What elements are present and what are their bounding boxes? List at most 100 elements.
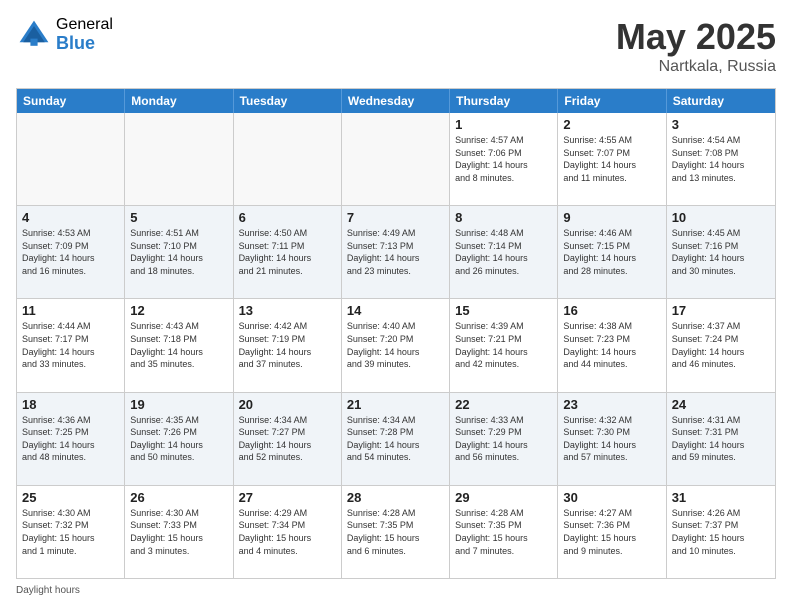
calendar-cell	[342, 113, 450, 205]
day-info: Sunrise: 4:54 AM Sunset: 7:08 PM Dayligh…	[672, 134, 770, 184]
day-number: 18	[22, 397, 119, 412]
calendar-cell: 2 Sunrise: 4:55 AM Sunset: 7:07 PM Daylig…	[558, 113, 666, 205]
day-number: 2	[563, 117, 660, 132]
calendar-row: 18 Sunrise: 4:36 AM Sunset: 7:25 PM Dayli…	[17, 392, 775, 485]
day-info: Sunrise: 4:50 AM Sunset: 7:11 PM Dayligh…	[239, 227, 336, 277]
calendar-cell: 21Sunrise: 4:34 AM Sunset: 7:28 PM Dayli…	[342, 393, 450, 485]
day-number: 14	[347, 303, 444, 318]
calendar-cell: 15 Sunrise: 4:39 AM Sunset: 7:21 PM Dayli…	[450, 299, 558, 391]
calendar-cell: 18 Sunrise: 4:36 AM Sunset: 7:25 PM Dayli…	[17, 393, 125, 485]
day-number: 6	[239, 210, 336, 225]
daylight-label: Daylight hours	[16, 585, 80, 596]
calendar: SundayMondayTuesdayWednesdayThursdayFrid…	[16, 88, 776, 579]
day-number: 17	[672, 303, 770, 318]
title-location: Nartkala, Russia	[616, 58, 776, 76]
calendar-cell: 13 Sunrise: 4:42 AM Sunset: 7:19 PM Dayli…	[234, 299, 342, 391]
calendar-cell: 17 Sunrise: 4:37 AM Sunset: 7:24 PM Dayli…	[667, 299, 775, 391]
day-number: 8	[455, 210, 552, 225]
weekday-header-wednesday: Wednesday	[342, 89, 450, 113]
day-info: Sunrise: 4:42 AM Sunset: 7:19 PM Dayligh…	[239, 320, 336, 370]
day-info: Sunrise: 4:39 AM Sunset: 7:21 PM Dayligh…	[455, 320, 552, 370]
calendar-cell: 14Sunrise: 4:40 AM Sunset: 7:20 PM Dayli…	[342, 299, 450, 391]
weekday-header-thursday: Thursday	[450, 89, 558, 113]
calendar-cell: 19Sunrise: 4:35 AM Sunset: 7:26 PM Dayli…	[125, 393, 233, 485]
calendar-row: 1Sunrise: 4:57 AM Sunset: 7:06 PM Daylig…	[17, 113, 775, 205]
day-number: 24	[672, 397, 770, 412]
day-info: Sunrise: 4:30 AM Sunset: 7:32 PM Dayligh…	[22, 507, 119, 557]
day-number: 12	[130, 303, 227, 318]
day-info: Sunrise: 4:34 AM Sunset: 7:28 PM Dayligh…	[347, 414, 444, 464]
day-number: 3	[672, 117, 770, 132]
day-info: Sunrise: 4:28 AM Sunset: 7:35 PM Dayligh…	[455, 507, 552, 557]
calendar-cell: 26 Sunrise: 4:30 AM Sunset: 7:33 PM Dayli…	[125, 486, 233, 578]
day-number: 19	[130, 397, 227, 412]
calendar-cell: 23 Sunrise: 4:32 AM Sunset: 7:30 PM Dayli…	[558, 393, 666, 485]
title-month: May 2025	[616, 16, 776, 58]
calendar-cell: 10 Sunrise: 4:45 AM Sunset: 7:16 PM Dayli…	[667, 206, 775, 298]
calendar-cell: 7 Sunrise: 4:49 AM Sunset: 7:13 PM Daylig…	[342, 206, 450, 298]
day-info: Sunrise: 4:49 AM Sunset: 7:13 PM Dayligh…	[347, 227, 444, 277]
weekday-header-tuesday: Tuesday	[234, 89, 342, 113]
calendar-cell: 1Sunrise: 4:57 AM Sunset: 7:06 PM Daylig…	[450, 113, 558, 205]
day-number: 15	[455, 303, 552, 318]
logo-text: General Blue	[56, 16, 113, 53]
logo-general: General	[56, 16, 113, 34]
logo-blue: Blue	[56, 34, 113, 54]
day-info: Sunrise: 4:29 AM Sunset: 7:34 PM Dayligh…	[239, 507, 336, 557]
day-number: 30	[563, 490, 660, 505]
day-info: Sunrise: 4:43 AM Sunset: 7:18 PM Dayligh…	[130, 320, 227, 370]
calendar-cell: 3 Sunrise: 4:54 AM Sunset: 7:08 PM Daylig…	[667, 113, 775, 205]
header: General Blue May 2025 Nartkala, Russia	[16, 16, 776, 76]
day-number: 5	[130, 210, 227, 225]
calendar-row: 4Sunrise: 4:53 AM Sunset: 7:09 PM Daylig…	[17, 205, 775, 298]
day-number: 16	[563, 303, 660, 318]
footer: Daylight hours	[16, 585, 776, 596]
day-info: Sunrise: 4:36 AM Sunset: 7:25 PM Dayligh…	[22, 414, 119, 464]
calendar-cell: 30 Sunrise: 4:27 AM Sunset: 7:36 PM Dayli…	[558, 486, 666, 578]
day-info: Sunrise: 4:46 AM Sunset: 7:15 PM Dayligh…	[563, 227, 660, 277]
calendar-cell: 25 Sunrise: 4:30 AM Sunset: 7:32 PM Dayli…	[17, 486, 125, 578]
day-number: 25	[22, 490, 119, 505]
day-info: Sunrise: 4:30 AM Sunset: 7:33 PM Dayligh…	[130, 507, 227, 557]
calendar-cell: 28Sunrise: 4:28 AM Sunset: 7:35 PM Dayli…	[342, 486, 450, 578]
weekday-header-saturday: Saturday	[667, 89, 775, 113]
day-number: 7	[347, 210, 444, 225]
day-info: Sunrise: 4:28 AM Sunset: 7:35 PM Dayligh…	[347, 507, 444, 557]
calendar-cell: 4Sunrise: 4:53 AM Sunset: 7:09 PM Daylig…	[17, 206, 125, 298]
day-number: 31	[672, 490, 770, 505]
calendar-cell: 16 Sunrise: 4:38 AM Sunset: 7:23 PM Dayli…	[558, 299, 666, 391]
day-number: 13	[239, 303, 336, 318]
calendar-body: 1Sunrise: 4:57 AM Sunset: 7:06 PM Daylig…	[17, 113, 775, 578]
day-number: 11	[22, 303, 119, 318]
calendar-header: SundayMondayTuesdayWednesdayThursdayFrid…	[17, 89, 775, 113]
title-block: May 2025 Nartkala, Russia	[616, 16, 776, 76]
calendar-cell: 12 Sunrise: 4:43 AM Sunset: 7:18 PM Dayli…	[125, 299, 233, 391]
calendar-cell: 22 Sunrise: 4:33 AM Sunset: 7:29 PM Dayli…	[450, 393, 558, 485]
day-info: Sunrise: 4:31 AM Sunset: 7:31 PM Dayligh…	[672, 414, 770, 464]
day-number: 1	[455, 117, 552, 132]
day-info: Sunrise: 4:45 AM Sunset: 7:16 PM Dayligh…	[672, 227, 770, 277]
day-number: 22	[455, 397, 552, 412]
day-number: 26	[130, 490, 227, 505]
day-info: Sunrise: 4:37 AM Sunset: 7:24 PM Dayligh…	[672, 320, 770, 370]
day-info: Sunrise: 4:53 AM Sunset: 7:09 PM Dayligh…	[22, 227, 119, 277]
calendar-cell: 31 Sunrise: 4:26 AM Sunset: 7:37 PM Dayli…	[667, 486, 775, 578]
weekday-header-sunday: Sunday	[17, 89, 125, 113]
day-number: 9	[563, 210, 660, 225]
calendar-cell	[125, 113, 233, 205]
calendar-row: 25 Sunrise: 4:30 AM Sunset: 7:32 PM Dayli…	[17, 485, 775, 578]
day-info: Sunrise: 4:55 AM Sunset: 7:07 PM Dayligh…	[563, 134, 660, 184]
day-number: 27	[239, 490, 336, 505]
day-info: Sunrise: 4:51 AM Sunset: 7:10 PM Dayligh…	[130, 227, 227, 277]
calendar-cell	[17, 113, 125, 205]
day-info: Sunrise: 4:33 AM Sunset: 7:29 PM Dayligh…	[455, 414, 552, 464]
weekday-header-monday: Monday	[125, 89, 233, 113]
day-number: 23	[563, 397, 660, 412]
day-info: Sunrise: 4:26 AM Sunset: 7:37 PM Dayligh…	[672, 507, 770, 557]
calendar-cell: 6 Sunrise: 4:50 AM Sunset: 7:11 PM Daylig…	[234, 206, 342, 298]
day-number: 10	[672, 210, 770, 225]
calendar-cell	[234, 113, 342, 205]
day-info: Sunrise: 4:38 AM Sunset: 7:23 PM Dayligh…	[563, 320, 660, 370]
day-info: Sunrise: 4:27 AM Sunset: 7:36 PM Dayligh…	[563, 507, 660, 557]
day-info: Sunrise: 4:32 AM Sunset: 7:30 PM Dayligh…	[563, 414, 660, 464]
